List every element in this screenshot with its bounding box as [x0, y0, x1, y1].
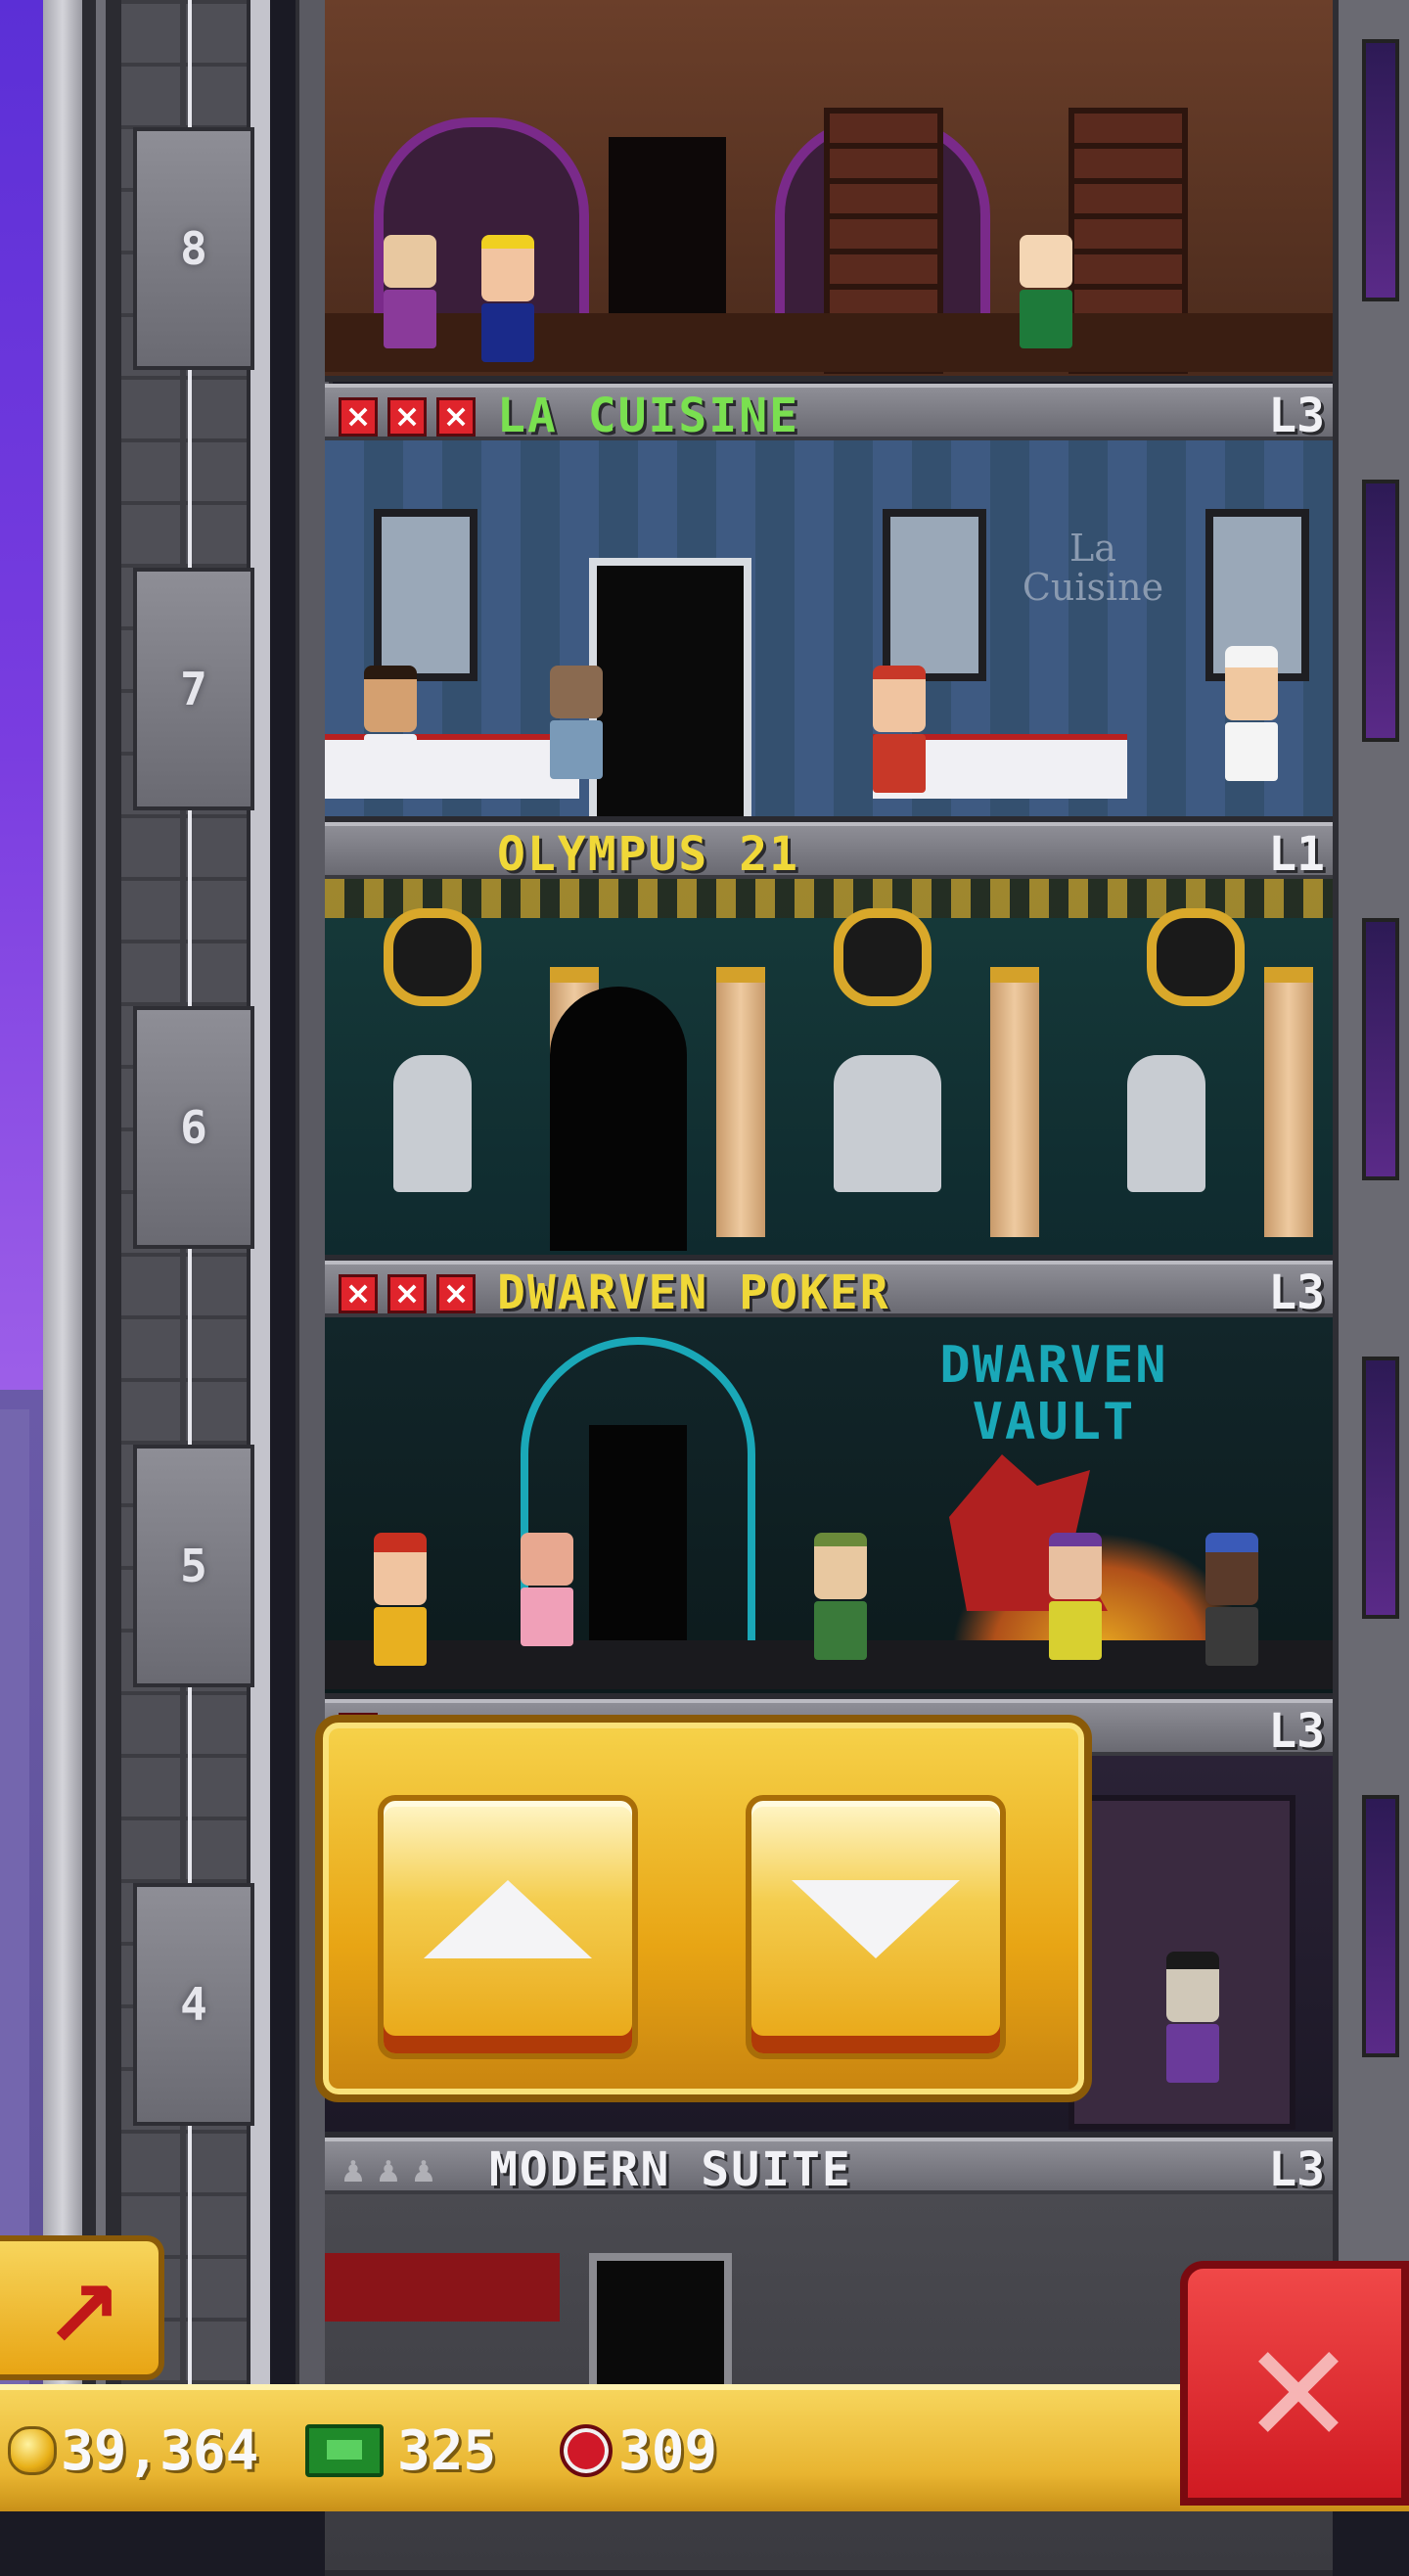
gems-value: 309	[618, 2418, 718, 2483]
close-x-icon: ✕	[1241, 2316, 1356, 2475]
gem-icon	[560, 2424, 613, 2477]
tower-window	[1362, 1795, 1399, 2057]
bitizen-character[interactable]	[384, 235, 436, 348]
floor-name: DWARVEN POKER	[497, 1265, 890, 1320]
room-olympus-21[interactable]	[325, 879, 1333, 1261]
bitizen-character[interactable]	[521, 1533, 573, 1646]
bitizen-character[interactable]	[364, 666, 417, 793]
tower-window	[1362, 39, 1399, 301]
statue-throne	[834, 1055, 941, 1192]
shaft-rail-left	[82, 0, 121, 2506]
greek-column	[716, 967, 765, 1237]
elevator-cable	[188, 0, 192, 2506]
floor-level: L3	[1268, 1704, 1325, 1759]
wall-shield	[1147, 908, 1245, 1006]
rocket-arrow-icon: ↗	[43, 2260, 123, 2369]
room-sign: La Cuisine	[1022, 527, 1164, 609]
floor-name: OLYMPUS 21	[497, 827, 799, 882]
triangle-down-icon	[792, 1880, 960, 1958]
gems-display: 309	[560, 2415, 717, 2486]
floor-number-plate: 6	[133, 1006, 254, 1249]
wall-frame	[883, 509, 986, 681]
floor-number-plate: 4	[133, 1883, 254, 2126]
tower-window	[1362, 480, 1399, 742]
restock-x-icon[interactable]: ×	[387, 1274, 427, 1313]
bitizen-character[interactable]	[814, 1533, 867, 1660]
person-icon: ♟	[340, 2155, 367, 2189]
triangle-up-icon	[424, 1880, 592, 1958]
floor-number: 4	[180, 1978, 207, 2031]
floor-number: 6	[180, 1101, 207, 1154]
room-sign: DWARVEN VAULT	[939, 1336, 1168, 1451]
bux-value: 325	[397, 2418, 497, 2483]
bitizen-character[interactable]	[1020, 235, 1072, 348]
floor-level: L3	[1268, 2142, 1325, 2197]
coins-display: 39,364	[8, 2415, 258, 2486]
shaft-rail-right	[247, 0, 270, 2506]
floor-level: L3	[1268, 1265, 1325, 1320]
floor-banner[interactable]: × × × LA CUISINE L3	[325, 384, 1333, 440]
elevator-down-button[interactable]	[746, 1795, 1006, 2059]
person-icon: ♟	[410, 2155, 437, 2189]
tower-right-wall	[1333, 0, 1409, 2506]
bitizen-character[interactable]	[374, 1533, 427, 1666]
statue	[393, 1055, 472, 1192]
coin-icon	[8, 2426, 57, 2475]
bitizen-character[interactable]	[481, 235, 534, 362]
room-door	[550, 987, 687, 1251]
close-button[interactable]: ✕	[1180, 2261, 1409, 2506]
floor-number-plate: 5	[133, 1445, 254, 1687]
floor-number: 5	[180, 1540, 207, 1592]
wall-frame	[374, 509, 477, 681]
bux-display: 325	[305, 2415, 496, 2486]
floor-name: LA CUISINE	[497, 389, 799, 443]
restock-x-icon[interactable]: ×	[387, 397, 427, 437]
chef-character[interactable]	[1225, 646, 1278, 781]
floor-level: L3	[1268, 389, 1325, 443]
bitizen-character[interactable]	[1205, 1533, 1258, 1666]
statue	[1127, 1055, 1205, 1192]
elevator-control-panel	[315, 1715, 1092, 2102]
bitizen-character[interactable]	[873, 666, 926, 793]
room-counter	[325, 313, 1333, 372]
floor-number: 8	[180, 222, 207, 275]
room-la-cuisine[interactable]: La Cuisine	[325, 440, 1333, 822]
restock-x-icon[interactable]: ×	[436, 397, 476, 437]
greek-column	[990, 967, 1039, 1237]
floor-name: MODERN SUITE	[489, 2142, 852, 2197]
tower-window	[1362, 1357, 1399, 1619]
room-decor	[325, 2253, 560, 2322]
coins-value: 39,364	[61, 2418, 259, 2483]
person-icon: ♟	[375, 2155, 402, 2189]
bitizen-character[interactable]	[550, 666, 603, 779]
dining-table	[325, 734, 579, 799]
room-wine-cellar[interactable]	[325, 0, 1333, 382]
rocket-button[interactable]: ↗	[0, 2235, 164, 2380]
floor-number: 7	[180, 663, 207, 715]
greek-column	[1264, 967, 1313, 1237]
elevator-up-button[interactable]	[378, 1795, 638, 2059]
restock-x-icon[interactable]: ×	[436, 1274, 476, 1313]
floor-banner[interactable]: ♟ ♟ ♟ MODERN SUITE L3	[325, 2138, 1333, 2194]
restock-x-icon[interactable]: ×	[339, 1274, 378, 1313]
floor-banner[interactable]: × × × DWARVEN POKER L3	[325, 1261, 1333, 1317]
bitizen-character[interactable]	[1049, 1533, 1102, 1660]
tower-window	[1362, 918, 1399, 1180]
floor-banner[interactable]: OLYMPUS 21 L1	[325, 822, 1333, 879]
bux-icon	[305, 2424, 384, 2477]
room-dwarven-poker[interactable]: DWARVEN VAULT	[325, 1317, 1333, 1699]
wall-shield	[384, 908, 481, 1006]
restock-x-icon[interactable]: ×	[339, 397, 378, 437]
wall-shield	[834, 908, 932, 1006]
floor-number-plate: 7	[133, 568, 254, 810]
floor-level: L1	[1268, 827, 1325, 882]
floor-number-plate: 8	[133, 127, 254, 370]
room-door	[589, 558, 751, 816]
bitizen-character[interactable]	[1166, 1952, 1219, 2083]
